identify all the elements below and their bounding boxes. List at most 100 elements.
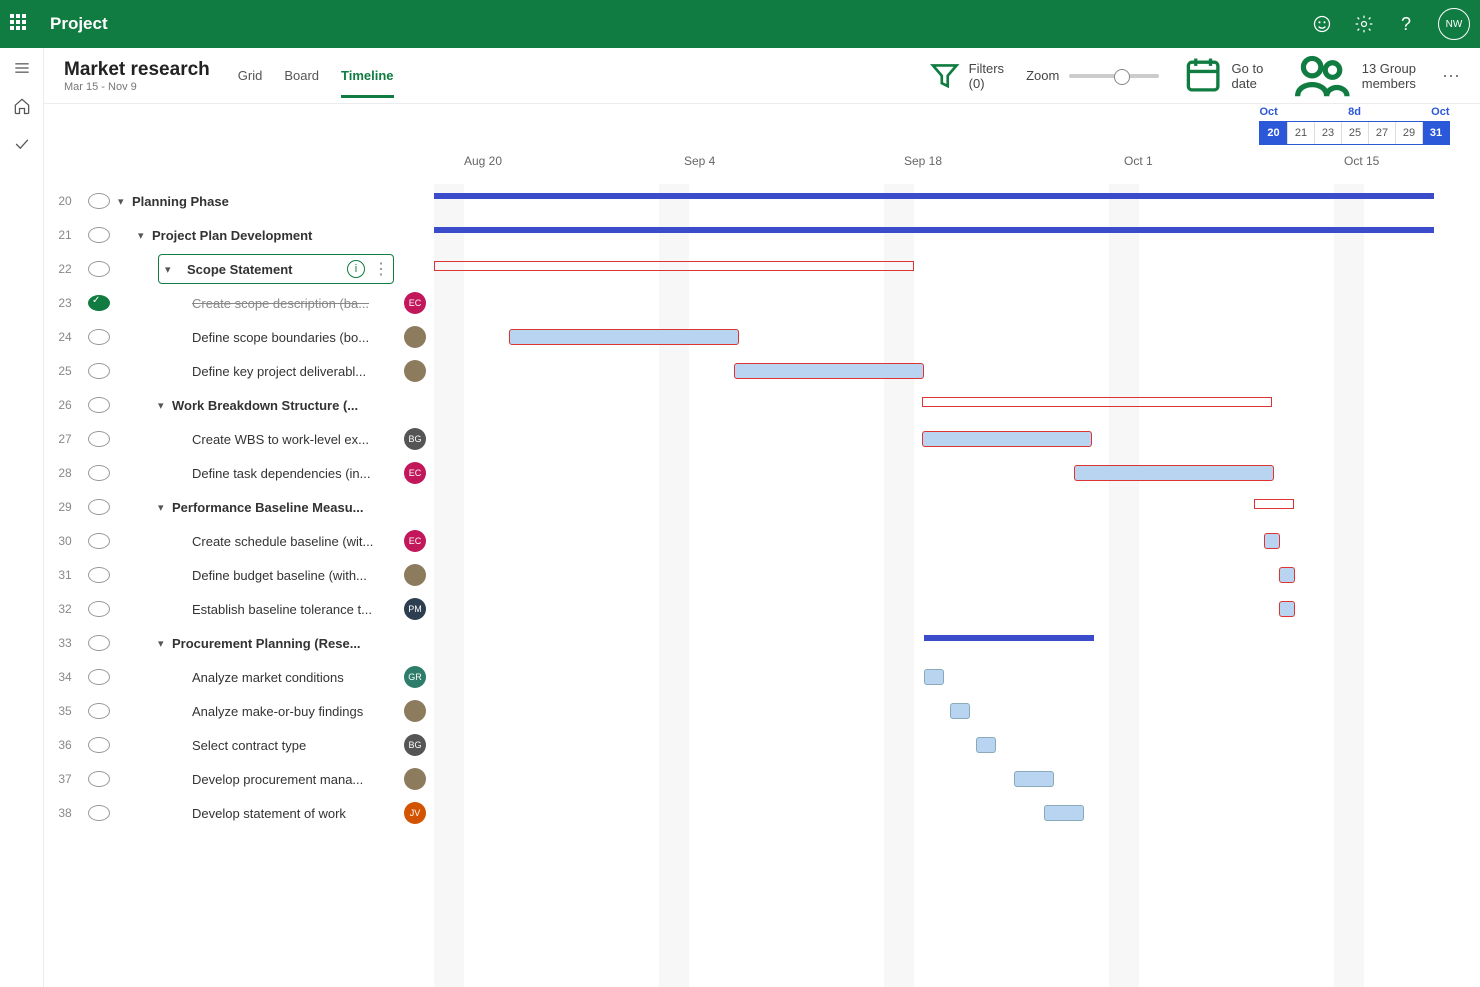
task-row[interactable]: 29▾Performance Baseline Measu... [44, 490, 434, 524]
menu-icon[interactable] [12, 58, 32, 78]
zoom-slider[interactable] [1069, 74, 1159, 78]
gantt-bar[interactable] [1279, 601, 1295, 617]
status-circle[interactable] [88, 567, 110, 583]
task-row[interactable]: 32Establish baseline tolerance t...PM [44, 592, 434, 626]
assignee-avatar[interactable]: EC [404, 462, 426, 484]
gantt-bar[interactable] [434, 193, 1434, 199]
task-row[interactable]: 31Define budget baseline (with... [44, 558, 434, 592]
gantt-bar[interactable] [1014, 771, 1054, 787]
app-launcher-icon[interactable] [10, 14, 30, 34]
task-name[interactable]: Create scope description (ba... [192, 296, 404, 311]
assignee-avatar[interactable] [404, 564, 426, 586]
assignee-avatar[interactable] [404, 326, 426, 348]
home-icon[interactable] [12, 96, 32, 116]
filters-button[interactable]: Filters (0) [927, 58, 1004, 94]
date-navigator[interactable]: Oct 8d Oct 20212325272931 [1259, 106, 1450, 145]
status-circle[interactable] [88, 737, 110, 753]
nav-day[interactable]: 29 [1395, 122, 1422, 144]
status-circle[interactable] [88, 601, 110, 617]
gantt-bar[interactable] [509, 329, 739, 345]
assignee-avatar[interactable]: EC [404, 292, 426, 314]
info-icon[interactable]: i [347, 260, 365, 278]
assignee-avatar[interactable]: JV [404, 802, 426, 824]
gantt-bar[interactable] [1264, 533, 1280, 549]
task-row[interactable]: 25Define key project deliverabl... [44, 354, 434, 388]
task-row[interactable]: 24Define scope boundaries (bo... [44, 320, 434, 354]
task-name[interactable]: Define budget baseline (with... [192, 568, 404, 583]
go-to-date-button[interactable]: Go to date [1181, 53, 1264, 97]
gantt-bar[interactable] [1279, 567, 1295, 583]
nav-day[interactable]: 31 [1422, 122, 1449, 144]
gantt-bar[interactable] [434, 227, 1434, 233]
task-row[interactable]: 38Develop statement of workJV [44, 796, 434, 830]
nav-day[interactable]: 27 [1368, 122, 1395, 144]
gantt-bar[interactable] [1254, 499, 1294, 509]
status-circle[interactable] [88, 193, 110, 209]
task-row[interactable]: 21▾Project Plan Development [44, 218, 434, 252]
task-row[interactable]: 27Create WBS to work-level ex...BG [44, 422, 434, 456]
nav-day[interactable]: 23 [1314, 122, 1341, 144]
check-icon[interactable] [12, 134, 32, 154]
chevron-down-icon[interactable]: ▾ [158, 399, 172, 412]
chevron-down-icon[interactable]: ▾ [165, 263, 179, 276]
assignee-avatar[interactable] [404, 768, 426, 790]
status-circle[interactable] [88, 465, 110, 481]
task-name[interactable]: Create WBS to work-level ex... [192, 432, 404, 447]
status-circle[interactable] [88, 499, 110, 515]
status-circle[interactable] [88, 363, 110, 379]
gantt-bar[interactable] [950, 703, 970, 719]
chevron-down-icon[interactable]: ▾ [158, 637, 172, 650]
status-circle[interactable] [88, 635, 110, 651]
nav-day[interactable]: 21 [1287, 122, 1314, 144]
status-circle[interactable] [88, 805, 110, 821]
emoji-icon[interactable] [1312, 14, 1332, 34]
assignee-avatar[interactable]: BG [404, 734, 426, 756]
nav-day[interactable]: 20 [1260, 122, 1287, 144]
gantt-bar[interactable] [922, 397, 1272, 407]
status-circle[interactable] [88, 295, 110, 311]
gantt-bar[interactable] [922, 431, 1092, 447]
status-circle[interactable] [88, 703, 110, 719]
task-name[interactable]: Analyze market conditions [192, 670, 404, 685]
status-circle[interactable] [88, 397, 110, 413]
tab-grid[interactable]: Grid [238, 54, 263, 98]
gantt-bar[interactable] [1044, 805, 1084, 821]
task-row[interactable]: 37Develop procurement mana... [44, 762, 434, 796]
task-row[interactable]: 22 ▾ Scope Statement i ⋮ [44, 252, 434, 286]
task-row[interactable]: 34Analyze market conditionsGR [44, 660, 434, 694]
assignee-avatar[interactable]: BG [404, 428, 426, 450]
task-name[interactable]: Work Breakdown Structure (... [172, 398, 434, 413]
gantt-bar[interactable] [434, 261, 914, 271]
task-name[interactable]: Procurement Planning (Rese... [172, 636, 434, 651]
task-name[interactable]: Define task dependencies (in... [192, 466, 404, 481]
task-name[interactable]: Create schedule baseline (wit... [192, 534, 404, 549]
gantt-chart[interactable] [434, 184, 1480, 987]
task-row[interactable]: 30Create schedule baseline (wit...EC [44, 524, 434, 558]
members-button[interactable]: 13 Group members [1286, 41, 1420, 111]
task-row[interactable]: 20▾Planning Phase [44, 184, 434, 218]
task-row[interactable]: 33▾Procurement Planning (Rese... [44, 626, 434, 660]
assignee-avatar[interactable]: PM [404, 598, 426, 620]
task-name[interactable]: Scope Statement [187, 262, 339, 277]
task-row[interactable]: 28Define task dependencies (in...EC [44, 456, 434, 490]
task-name[interactable]: Develop procurement mana... [192, 772, 404, 787]
assignee-avatar[interactable] [404, 360, 426, 382]
gantt-bar[interactable] [924, 635, 1094, 641]
more-icon[interactable]: ⋮ [373, 259, 387, 279]
assignee-avatar[interactable]: GR [404, 666, 426, 688]
task-row[interactable]: 35Analyze make-or-buy findings [44, 694, 434, 728]
status-circle[interactable] [88, 329, 110, 345]
status-circle[interactable] [88, 669, 110, 685]
more-button[interactable]: ··· [1442, 65, 1460, 86]
status-circle[interactable] [88, 771, 110, 787]
task-row[interactable]: 23Create scope description (ba...EC [44, 286, 434, 320]
task-name[interactable]: Analyze make-or-buy findings [192, 704, 404, 719]
gantt-bar[interactable] [924, 669, 944, 685]
task-name[interactable]: Define scope boundaries (bo... [192, 330, 404, 345]
status-circle[interactable] [88, 227, 110, 243]
status-circle[interactable] [88, 533, 110, 549]
status-circle[interactable] [88, 431, 110, 447]
task-name[interactable]: Performance Baseline Measu... [172, 500, 434, 515]
task-name[interactable]: Planning Phase [132, 194, 434, 209]
chevron-down-icon[interactable]: ▾ [138, 229, 152, 242]
